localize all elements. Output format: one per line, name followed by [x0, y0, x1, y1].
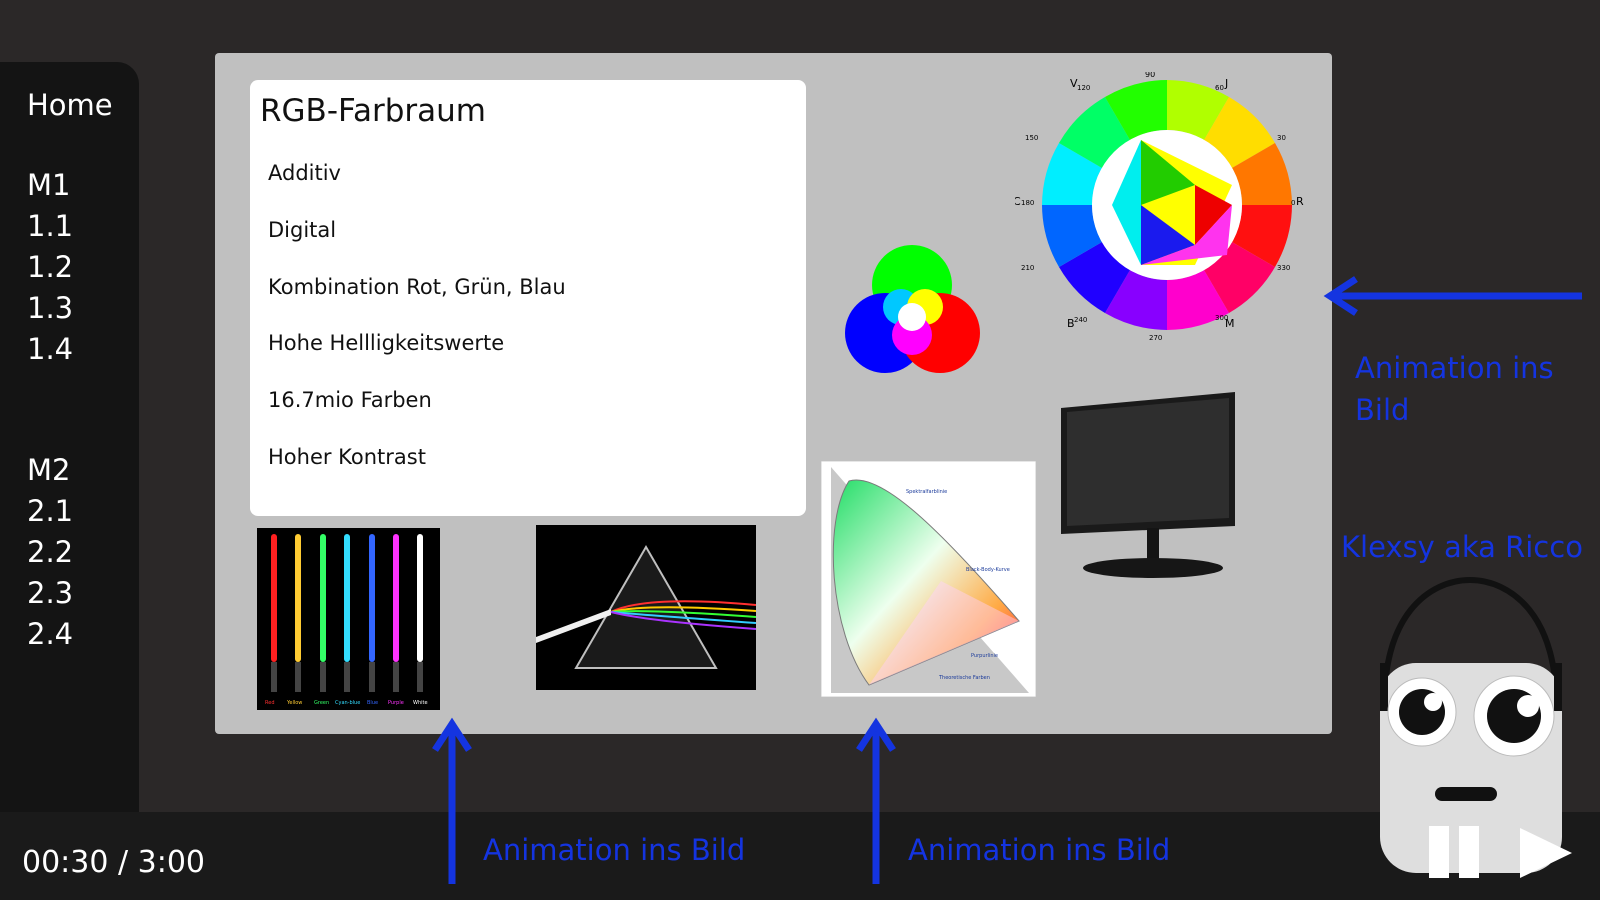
sidebar-item-m1[interactable]: M1: [27, 168, 70, 202]
arrow-up-icon: [856, 717, 896, 884]
saber-label: Green: [314, 700, 329, 706]
saber-label: White: [413, 700, 428, 706]
sidebar-item-2-2[interactable]: 2.2: [27, 535, 73, 569]
wheel-label: 210: [1021, 264, 1034, 272]
rgb-venn-image: [845, 245, 980, 373]
cie-label: Spektralfarblinie: [906, 489, 947, 495]
sidebar-item-1-3[interactable]: 1.3: [27, 291, 73, 325]
monitor-image: [1061, 392, 1235, 578]
wheel-label: 120: [1077, 84, 1090, 92]
sidebar-home-link[interactable]: Home: [27, 88, 113, 122]
bullet-item: Kombination Rot, Grün, Blau: [268, 275, 566, 299]
wheel-label: M: [1225, 317, 1235, 330]
prism-image: [536, 525, 756, 690]
wheel-label: 180: [1021, 199, 1034, 207]
annotation-bottom-mid: Animation ins Bild: [908, 833, 1171, 867]
bullet-item: Hoher Kontrast: [268, 445, 426, 469]
wheel-label: 90: [1145, 72, 1155, 79]
bullet-item: Hohe Hellligkeitswerte: [268, 331, 505, 355]
cie-label: Theoretische Farben: [938, 675, 990, 681]
sidebar-item-2-1[interactable]: 2.1: [27, 494, 73, 528]
saber-label: Purple: [388, 700, 404, 706]
sidebar-item-1-2[interactable]: 1.2: [27, 250, 73, 284]
sidebar-item-2-3[interactable]: 2.3: [27, 576, 73, 610]
lightsabers-image: Red Yellow Green Cyan-blue Blue Purple W…: [257, 528, 440, 710]
cie-label: Black-Body-Kurve: [966, 567, 1010, 573]
bullet-item: 16.7mio Farben: [268, 388, 432, 412]
annotation-bottom-left: Animation ins Bild: [483, 833, 746, 867]
pause-icon[interactable]: [1425, 820, 1483, 880]
wheel-label: 330: [1277, 264, 1290, 272]
character-label: Klexsy aka Ricco: [1341, 530, 1583, 564]
sidebar-item-1-1[interactable]: 1.1: [27, 209, 73, 243]
wheel-label: 60: [1215, 84, 1224, 92]
wheel-label: 30: [1277, 134, 1286, 142]
wheel-label: J: [1224, 77, 1228, 90]
wheel-label: 0: [1291, 199, 1295, 207]
wheel-label: 270: [1149, 334, 1162, 342]
wheel-label: 150: [1025, 134, 1038, 142]
arrow-left-icon: [1323, 276, 1582, 316]
wheel-label: R: [1296, 195, 1304, 208]
color-wheel-image: 90 V 120 J 60 150 30 C 180 0 R 210 330 B…: [1015, 72, 1304, 342]
player-bar: [0, 812, 1600, 900]
wheel-label: 240: [1074, 316, 1087, 324]
sidebar-item-m2[interactable]: M2: [27, 453, 70, 487]
bullet-item: Additiv: [268, 161, 341, 185]
sidebar-item-1-4[interactable]: 1.4: [27, 332, 73, 366]
playback-time: 00:30 / 3:00: [22, 845, 206, 880]
slide-title: RGB-Farbraum: [260, 93, 487, 129]
saber-label: Yellow: [286, 700, 302, 706]
bullet-item: Digital: [268, 218, 337, 242]
saber-label: Blue: [367, 700, 378, 706]
sidebar-item-2-4[interactable]: 2.4: [27, 617, 73, 651]
saber-label: Cyan-blue: [335, 700, 360, 706]
cie-diagram-image: Spektralfarblinie Black-Body-Kurve Purpu…: [821, 461, 1036, 697]
saber-label: Red: [265, 700, 275, 706]
arrow-up-icon: [432, 717, 472, 884]
annotation-right: Animation ins Bild: [1355, 351, 1554, 427]
cie-label: Purpurlinie: [971, 653, 998, 659]
play-icon[interactable]: [1516, 824, 1576, 882]
